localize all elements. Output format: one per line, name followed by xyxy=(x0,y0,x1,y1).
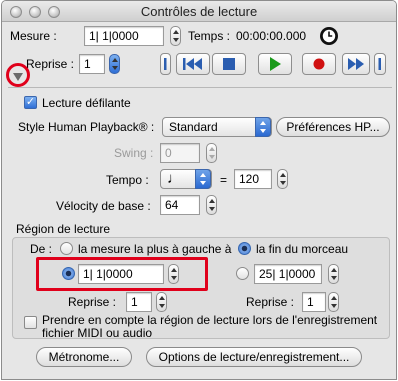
reprise-stepper[interactable] xyxy=(109,54,120,74)
region-reprise-right-label: Reprise : xyxy=(246,295,295,309)
stop-icon xyxy=(221,58,237,75)
play-button[interactable] xyxy=(258,53,292,75)
mesure-stepper[interactable] xyxy=(170,26,181,46)
region-heading: Région de lecture xyxy=(16,222,111,236)
swing-field[interactable]: 0 xyxy=(160,143,200,163)
de-label: De : xyxy=(30,242,53,256)
region-reprise-left-label: Reprise : xyxy=(68,295,117,309)
disclosure-triangle-icon[interactable] xyxy=(12,71,24,85)
tempo-stepper[interactable] xyxy=(277,169,288,189)
tempo-note-popup[interactable]: ♩ xyxy=(160,169,212,189)
title-bar: Contrôles de lecture xyxy=(2,1,396,22)
mesure-field[interactable]: 1| 1|0000 xyxy=(84,26,164,46)
separator xyxy=(8,87,392,88)
end-measure-radio[interactable] xyxy=(236,267,249,280)
temps-value: 00:00:00.000 xyxy=(236,29,307,43)
reprise-field[interactable]: 1 xyxy=(79,54,105,74)
playback-options-button[interactable]: Options de lecture/enregistrement... xyxy=(146,347,362,367)
rewind-button[interactable] xyxy=(176,53,210,75)
velocite-stepper[interactable] xyxy=(206,195,217,215)
region-reprise-left-stepper[interactable] xyxy=(156,292,167,312)
swing-stepper[interactable] xyxy=(206,143,217,163)
end-of-piece-radio[interactable] xyxy=(238,242,251,255)
rewind-icon xyxy=(182,58,204,75)
fast-forward-icon xyxy=(346,58,366,75)
left-measure-label: la mesure la plus à gauche à xyxy=(78,242,232,256)
velocite-label: Vélocity de base : xyxy=(56,199,151,213)
style-label: Style Human Playback® : xyxy=(18,120,155,134)
lecture-defilante-checkbox[interactable]: ✓ xyxy=(24,96,37,109)
end-measure-stepper[interactable] xyxy=(328,264,339,284)
transport-right-handle[interactable] xyxy=(374,53,386,75)
region-reprise-left-field[interactable]: 1 xyxy=(126,292,152,312)
end-of-piece-label: la fin du morceau xyxy=(256,242,349,256)
record-button[interactable] xyxy=(302,53,336,75)
fast-forward-button[interactable] xyxy=(342,53,370,75)
hp-preferences-button[interactable]: Préférences HP... xyxy=(276,117,390,137)
tempo-label: Tempo : xyxy=(106,173,149,187)
tempo-note-arrows-icon xyxy=(195,169,211,189)
start-measure-stepper[interactable] xyxy=(168,264,179,284)
start-measure-radio[interactable] xyxy=(62,267,75,280)
style-popup[interactable]: Standard xyxy=(162,117,272,137)
mesure-label: Mesure : xyxy=(10,29,57,43)
start-measure-field[interactable]: 1| 1|0000 xyxy=(78,264,164,284)
record-icon xyxy=(312,58,326,74)
temps-label: Temps : xyxy=(188,29,231,43)
lecture-defilante-label: Lecture défilante xyxy=(42,96,131,110)
velocite-field[interactable]: 64 xyxy=(160,195,200,215)
play-icon xyxy=(267,57,283,75)
reprise-label: Reprise : xyxy=(26,57,75,71)
clock-icon[interactable] xyxy=(320,27,338,45)
metronome-button[interactable]: Métronome... xyxy=(36,347,132,367)
end-measure-field[interactable]: 25| 1|0000 xyxy=(254,264,322,284)
playback-controls-window: Contrôles de lecture Mesure : 1| 1|0000 … xyxy=(1,0,397,380)
window-title: Contrôles de lecture xyxy=(140,4,258,19)
quarter-note-icon: ♩ xyxy=(167,170,182,187)
tempo-equals: = xyxy=(220,173,228,187)
tempo-field[interactable]: 120 xyxy=(234,169,272,189)
style-popup-arrows-icon xyxy=(255,117,271,137)
record-region-checkbox[interactable] xyxy=(24,316,37,329)
region-reprise-right-field[interactable]: 1 xyxy=(302,292,326,312)
record-region-label: Prendre en compte la région de lecture l… xyxy=(42,313,378,340)
transport-left-handle[interactable] xyxy=(160,53,171,75)
swing-label: Swing : xyxy=(114,146,154,160)
style-value: Standard xyxy=(169,120,218,134)
stop-button[interactable] xyxy=(212,53,246,75)
region-reprise-right-stepper[interactable] xyxy=(328,292,339,312)
left-measure-radio[interactable] xyxy=(60,242,73,255)
